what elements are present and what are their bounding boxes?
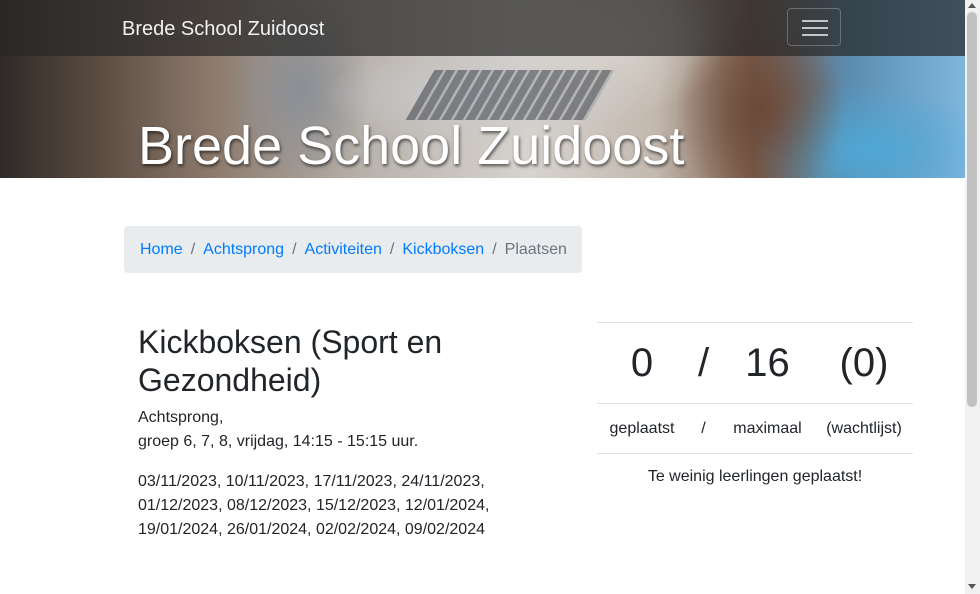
breadcrumb: Home / Achtsprong / Activiteiten / Kickb… xyxy=(124,226,582,273)
placed-count: 0 xyxy=(630,341,654,385)
breadcrumb-separator: / xyxy=(389,240,395,258)
activity-title: Kickboksen (Sport en Gezondheid) xyxy=(138,324,443,398)
breadcrumb-home[interactable]: Home xyxy=(140,241,183,259)
maximum-label: maximaal xyxy=(733,419,802,437)
breadcrumb-separator: / xyxy=(292,240,297,258)
breadcrumb-separator: / xyxy=(492,240,497,258)
breadcrumb-activiteiten[interactable]: Activiteiten xyxy=(305,241,382,259)
scroll-down-arrow-icon[interactable] xyxy=(968,584,976,589)
hamburger-menu-button[interactable] xyxy=(787,8,841,46)
breadcrumb-separator: / xyxy=(190,240,196,258)
placed-label: geplaatst xyxy=(609,419,675,437)
maximum-count: 16 xyxy=(745,341,790,385)
activity-schedule: groep 6, 7, 8, vrijdag, 14:15 - 15:15 uu… xyxy=(138,433,419,450)
waitlist-label: (wachtlijst) xyxy=(826,419,902,437)
waitlist-count: (0) xyxy=(839,341,889,385)
placement-stats: 0 / 16 (0) geplaatst / maximaal (wachtli… xyxy=(597,322,913,486)
hero-title: Brede School Zuidoost xyxy=(138,116,685,176)
scroll-up-arrow-icon[interactable] xyxy=(968,3,976,8)
breadcrumb-kickboksen[interactable]: Kickboksen xyxy=(402,241,484,259)
stats-separator: / xyxy=(697,341,710,385)
hamburger-menu-icon xyxy=(802,20,828,22)
vertical-scrollbar[interactable] xyxy=(965,0,980,594)
hamburger-menu-icon-line xyxy=(802,34,828,36)
stats-labels-row: geplaatst / maximaal (wachtlijst) xyxy=(597,403,913,453)
breadcrumb-current: Plaatsen xyxy=(504,240,567,258)
breadcrumb-achtsprong[interactable]: Achtsprong xyxy=(203,241,284,259)
scrollbar-thumb[interactable] xyxy=(967,12,977,407)
activity-location: Achtsprong, xyxy=(138,409,224,426)
activity-dates: 03/11/2023, 10/11/2023, 17/11/2023, 24/1… xyxy=(138,473,490,538)
placement-warning: Te weinig leerlingen geplaatst! xyxy=(597,453,913,486)
top-navbar: Brede School Zuidoost xyxy=(0,0,965,56)
stats-label-separator: / xyxy=(701,419,706,437)
navbar-brand[interactable]: Brede School Zuidoost xyxy=(122,17,324,41)
stats-values-row: 0 / 16 (0) xyxy=(597,322,913,403)
activity-info: Achtsprong, groep 6, 7, 8, vrijdag, 14:1… xyxy=(138,406,418,454)
hamburger-menu-icon-line xyxy=(802,27,828,29)
hero-photo-keyboard xyxy=(405,70,615,120)
